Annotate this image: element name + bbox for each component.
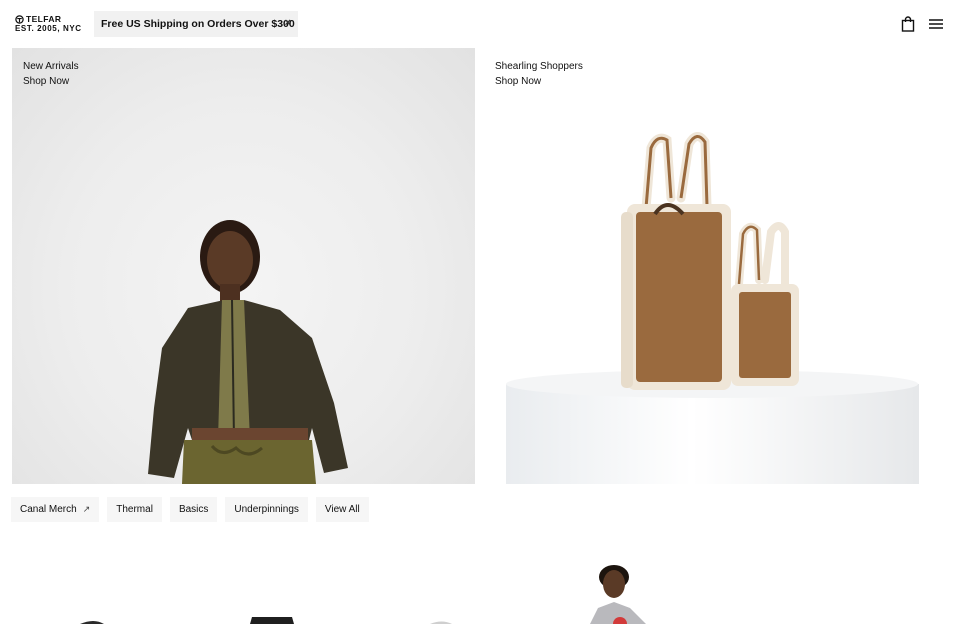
announcement-text: Free US Shipping on Orders Over $300 [101,18,295,30]
chip-label: View All [324,504,360,515]
model-photo [148,220,348,484]
product-grid [0,540,960,624]
hero-left-caption: New Arrivals Shop Now [23,59,79,89]
chip-basics[interactable]: Basics [169,497,218,522]
chip-label: Basics [178,504,209,515]
chip-underpinnings[interactable]: Underpinnings [225,497,308,522]
bag-icon[interactable] [900,16,916,32]
brand-tagline: EST. 2005, NYC [15,24,82,33]
external-arrow-icon: ↗ [82,504,91,514]
brand-name: TELFAR [26,14,62,24]
hero-left-cta[interactable]: Shop Now [23,74,79,89]
chip-canal-merch[interactable]: Canal Merch ↗ [11,497,100,522]
hero-shearling-shoppers[interactable]: Shearling Shoppers Shop Now [483,48,960,484]
category-nav: Canal Merch ↗ Thermal Basics Underpinnin… [11,497,369,522]
site-header: TELFAR EST. 2005, NYC Free US Shipping o… [0,0,960,48]
chip-thermal[interactable]: Thermal [107,497,162,522]
product-image-4 [590,565,646,624]
hero-right-caption: Shearling Shoppers Shop Now [495,59,583,89]
announcement-bar: Free US Shipping on Orders Over $300 × [94,11,298,37]
chip-label: Thermal [116,504,153,515]
hero-new-arrivals[interactable]: New Arrivals Shop Now [12,48,475,484]
hero-left-title[interactable]: New Arrivals [23,59,79,74]
product-images [80,565,646,624]
bags-photo [506,132,919,484]
chip-view-all[interactable]: View All [315,497,369,522]
hero-right-title[interactable]: Shearling Shoppers [495,59,583,74]
menu-icon[interactable] [928,16,944,32]
product-image-2 [250,617,294,624]
brand-logo[interactable]: TELFAR EST. 2005, NYC [15,14,82,34]
logo-symbol-icon [15,14,24,24]
chip-label: Underpinnings [234,504,299,515]
hero-right-cta[interactable]: Shop Now [495,74,583,89]
close-icon[interactable]: × [285,17,291,29]
chip-label: Canal Merch [20,504,77,515]
logo-wordmark: TELFAR [15,14,82,24]
